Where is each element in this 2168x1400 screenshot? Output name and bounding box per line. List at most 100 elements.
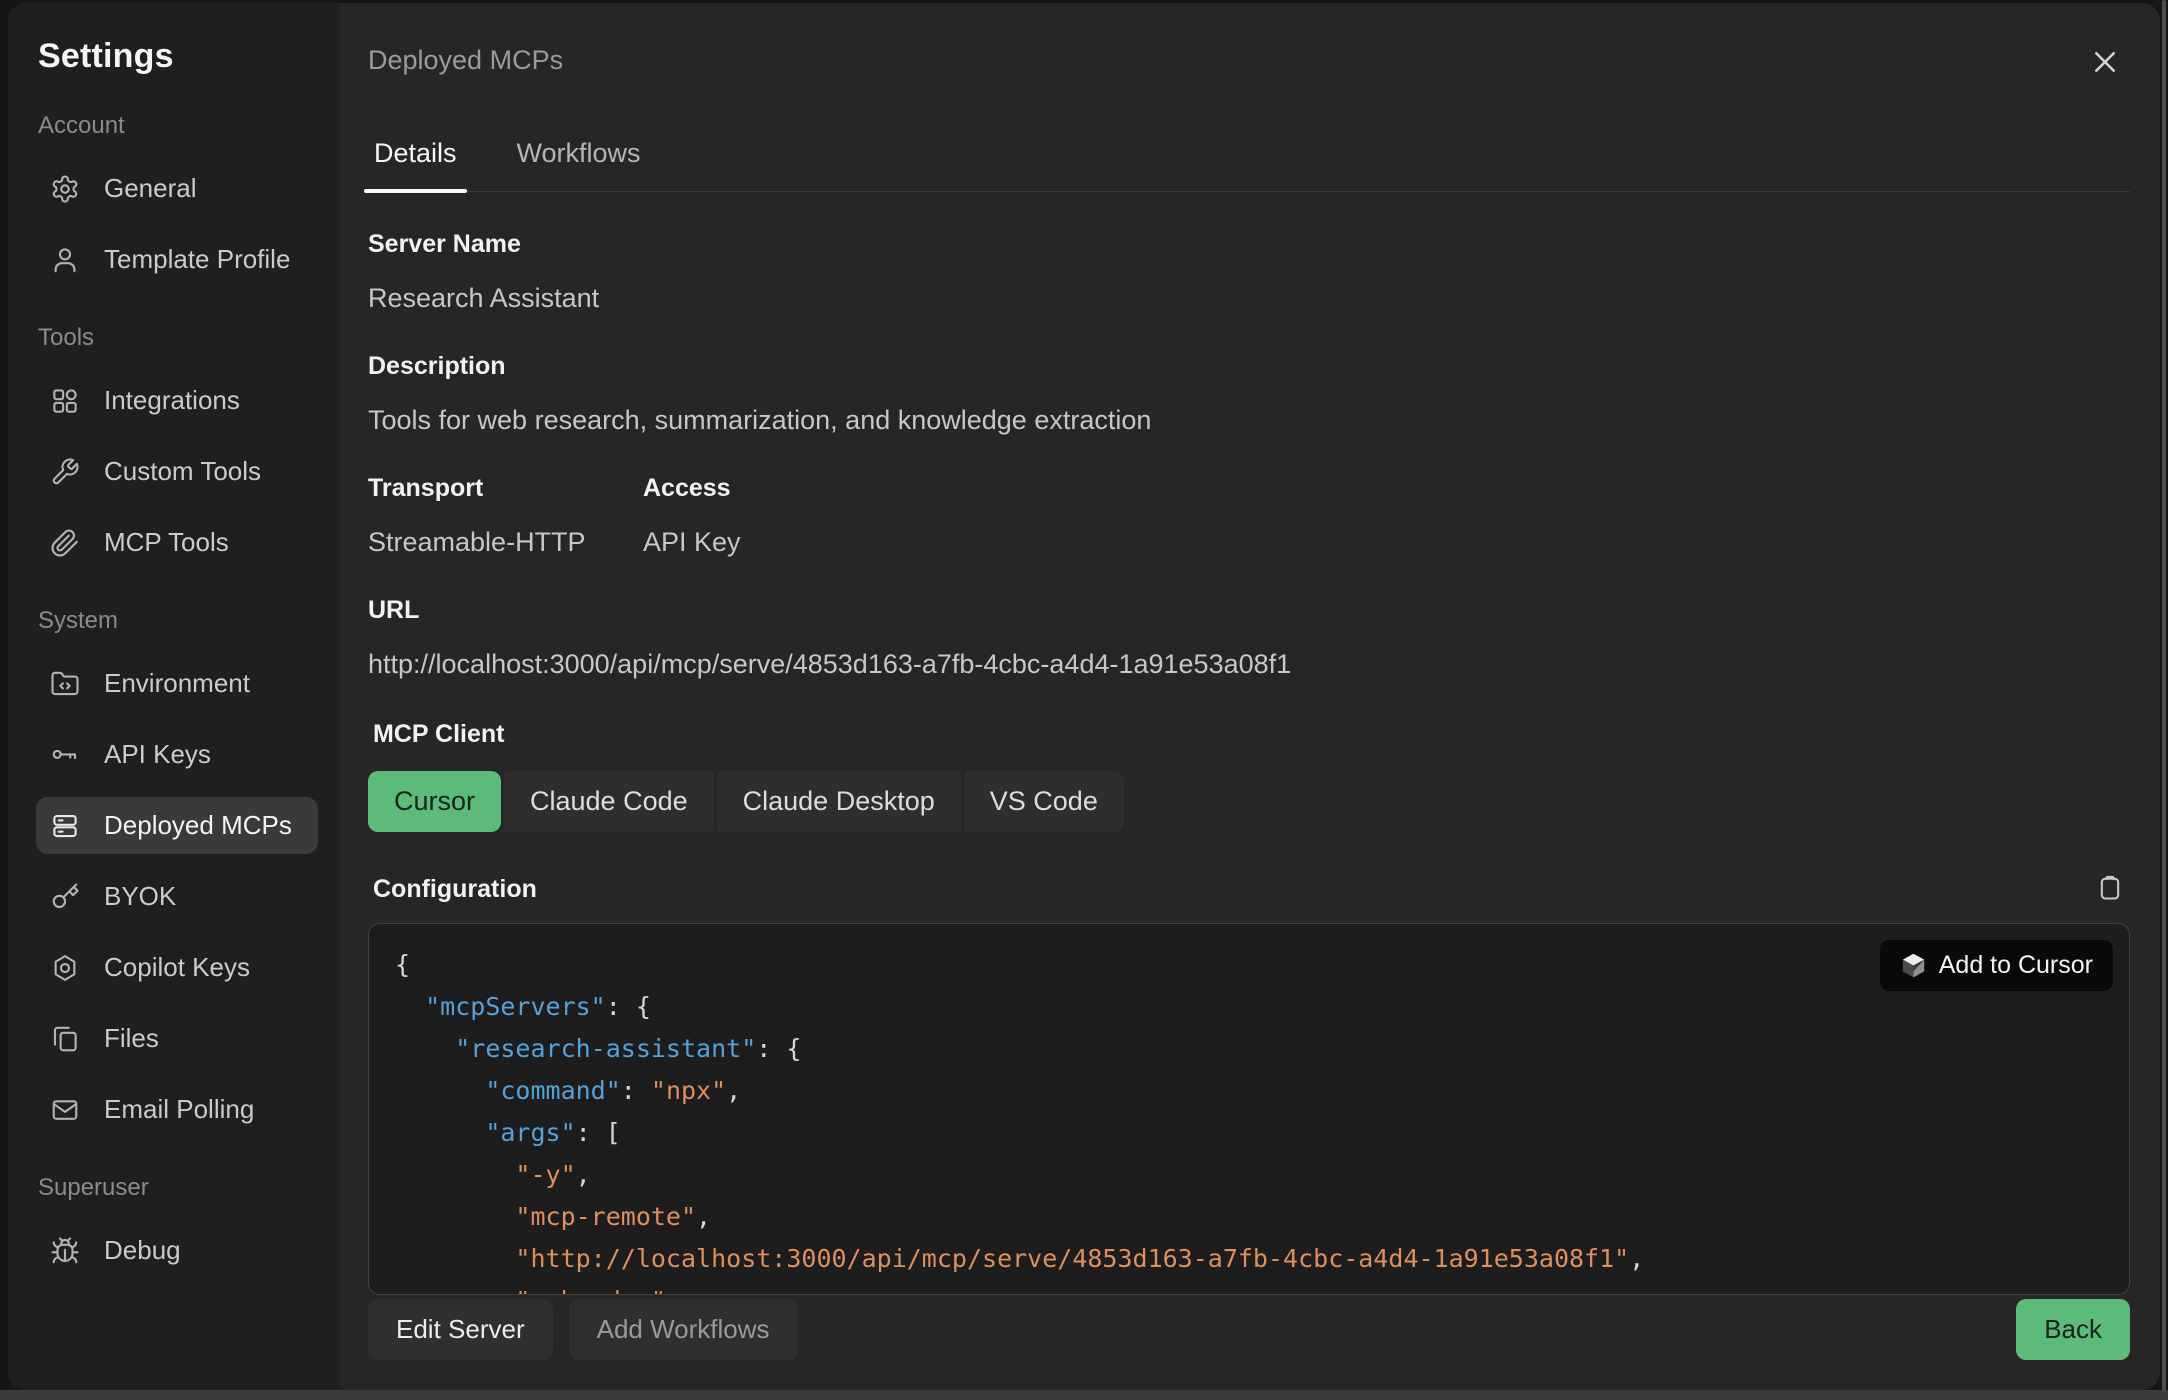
tab-workflows-label: Workflows: [517, 138, 641, 168]
code-content: { "mcpServers": { "research-assistant": …: [395, 944, 2103, 1295]
panel-footer: Edit Server Add Workflows Back: [368, 1299, 2130, 1390]
sidebar-item-label: Deployed MCPs: [104, 810, 292, 841]
apps-icon: [50, 386, 80, 416]
close-button[interactable]: [2086, 43, 2124, 84]
code-line: "http://localhost:3000/api/mcp/serve/485…: [395, 1238, 2103, 1280]
sidebar-item-debug[interactable]: Debug: [36, 1222, 318, 1279]
sidebar-item-custom-tools[interactable]: Custom Tools: [36, 443, 318, 500]
sidebar-title: Settings: [38, 37, 318, 76]
sidebar-item-email-polling[interactable]: Email Polling: [36, 1081, 318, 1138]
x-icon: [2090, 47, 2120, 77]
access-label: Access: [643, 474, 741, 503]
code-line: "command": "npx",: [395, 1070, 2103, 1112]
folder-code-icon: [50, 669, 80, 699]
envelope-icon: [50, 1095, 80, 1125]
sidebar-item-label: Integrations: [104, 385, 240, 416]
bug-icon: [50, 1236, 80, 1266]
code-line: "-y",: [395, 1154, 2103, 1196]
mcp-client-label: MCP Client: [373, 720, 2130, 749]
url-field: URL http://localhost:3000/api/mcp/serve/…: [368, 596, 2130, 680]
code-line: "research-assistant": {: [395, 1028, 2103, 1070]
transport-value: Streamable-HTTP: [368, 527, 643, 558]
add-to-cursor-button[interactable]: Add to Cursor: [1880, 940, 2113, 991]
server-stack-icon: [50, 811, 80, 841]
wrench-icon: [50, 457, 80, 487]
sidebar-item-integrations[interactable]: Integrations: [36, 372, 318, 429]
access-field: Access API Key: [643, 474, 741, 558]
user-icon: [50, 245, 80, 275]
sidebar-item-environment[interactable]: Environment: [36, 655, 318, 712]
sidebar-item-byok[interactable]: BYOK: [36, 868, 318, 925]
key-icon: [50, 740, 80, 770]
settings-dialog: Settings Account General Template Profil…: [8, 3, 2160, 1390]
sidebar-item-mcp-tools[interactable]: MCP Tools: [36, 514, 318, 571]
url-label: URL: [368, 596, 2130, 625]
sidebar-item-label: Copilot Keys: [104, 952, 250, 983]
server-name-field: Server Name Research Assistant: [368, 230, 2130, 314]
client-claude-code-button[interactable]: Claude Code: [504, 771, 714, 832]
configuration-code-block: { "mcpServers": { "research-assistant": …: [368, 923, 2130, 1295]
clipboard-icon: [2096, 874, 2124, 902]
code-line: "mcpServers": {: [395, 986, 2103, 1028]
sidebar-item-template-profile[interactable]: Template Profile: [36, 231, 318, 288]
edit-server-button[interactable]: Edit Server: [368, 1299, 553, 1360]
paperclip-icon: [50, 528, 80, 558]
tabs: Details Workflows: [368, 130, 2130, 192]
code-line: "--header": [395, 1280, 2103, 1295]
add-to-cursor-label: Add to Cursor: [1939, 951, 2093, 980]
code-line: "mcp-remote",: [395, 1196, 2103, 1238]
transport-label: Transport: [368, 474, 643, 503]
sidebar-item-general[interactable]: General: [36, 160, 318, 217]
copy-pages-icon: [50, 1024, 80, 1054]
sidebar-item-label: Email Polling: [104, 1094, 254, 1125]
server-name-label: Server Name: [368, 230, 2130, 259]
description-label: Description: [368, 352, 2130, 381]
add-workflows-button[interactable]: Add Workflows: [569, 1299, 798, 1360]
background-page-scrollbar[interactable]: [2162, 0, 2166, 1392]
client-cursor-button[interactable]: Cursor: [368, 771, 501, 832]
cursor-cube-icon: [1900, 952, 1927, 979]
sidebar-item-label: Template Profile: [104, 244, 290, 275]
client-claude-desktop-button[interactable]: Claude Desktop: [717, 771, 961, 832]
panel-header: Deployed MCPs: [368, 3, 2130, 84]
description-field: Description Tools for web research, summ…: [368, 352, 2130, 436]
sidebar-item-label: Debug: [104, 1235, 181, 1266]
sidebar-item-files[interactable]: Files: [36, 1010, 318, 1067]
diagonal-key-icon: [50, 882, 80, 912]
deployed-mcps-panel: Deployed MCPs Details Workflows Server N…: [340, 3, 2160, 1390]
copy-configuration-button[interactable]: [2094, 872, 2126, 907]
back-button[interactable]: Back: [2016, 1299, 2130, 1360]
client-vs-code-button[interactable]: VS Code: [964, 771, 1124, 832]
section-label-system: System: [38, 607, 318, 635]
sidebar-item-copilot-keys[interactable]: Copilot Keys: [36, 939, 318, 996]
code-line: "args": [: [395, 1112, 2103, 1154]
transport-access-row: Transport Streamable-HTTP Access API Key: [368, 436, 2130, 558]
access-value: API Key: [643, 527, 741, 558]
section-label-account: Account: [38, 112, 318, 140]
background-page-bottom-strip: [0, 1390, 2168, 1400]
configuration-header-row: Configuration: [368, 872, 2130, 907]
sidebar-item-label: General: [104, 173, 197, 204]
url-value: http://localhost:3000/api/mcp/serve/4853…: [368, 649, 2130, 680]
tab-workflows[interactable]: Workflows: [513, 130, 645, 191]
sidebar-item-label: Environment: [104, 668, 250, 699]
configuration-label: Configuration: [373, 875, 537, 904]
tab-details-label: Details: [374, 138, 457, 168]
sidebar-item-label: MCP Tools: [104, 527, 229, 558]
sidebar-item-deployed-mcps[interactable]: Deployed MCPs: [36, 797, 318, 854]
sidebar-item-label: Custom Tools: [104, 456, 261, 487]
section-label-tools: Tools: [38, 324, 318, 352]
section-label-superuser: Superuser: [38, 1174, 318, 1202]
mcp-client-switcher: Cursor Claude Code Claude Desktop VS Cod…: [368, 771, 2130, 832]
gear-icon: [50, 174, 80, 204]
description-value: Tools for web research, summarization, a…: [368, 405, 2130, 436]
code-line: {: [395, 944, 2103, 986]
hex-nut-icon: [50, 953, 80, 983]
sidebar-item-api-keys[interactable]: API Keys: [36, 726, 318, 783]
tab-details[interactable]: Details: [370, 130, 461, 191]
settings-sidebar: Settings Account General Template Profil…: [8, 3, 340, 1390]
transport-field: Transport Streamable-HTTP: [368, 474, 643, 558]
panel-title: Deployed MCPs: [368, 45, 563, 76]
sidebar-item-label: Files: [104, 1023, 159, 1054]
server-name-value: Research Assistant: [368, 283, 2130, 314]
